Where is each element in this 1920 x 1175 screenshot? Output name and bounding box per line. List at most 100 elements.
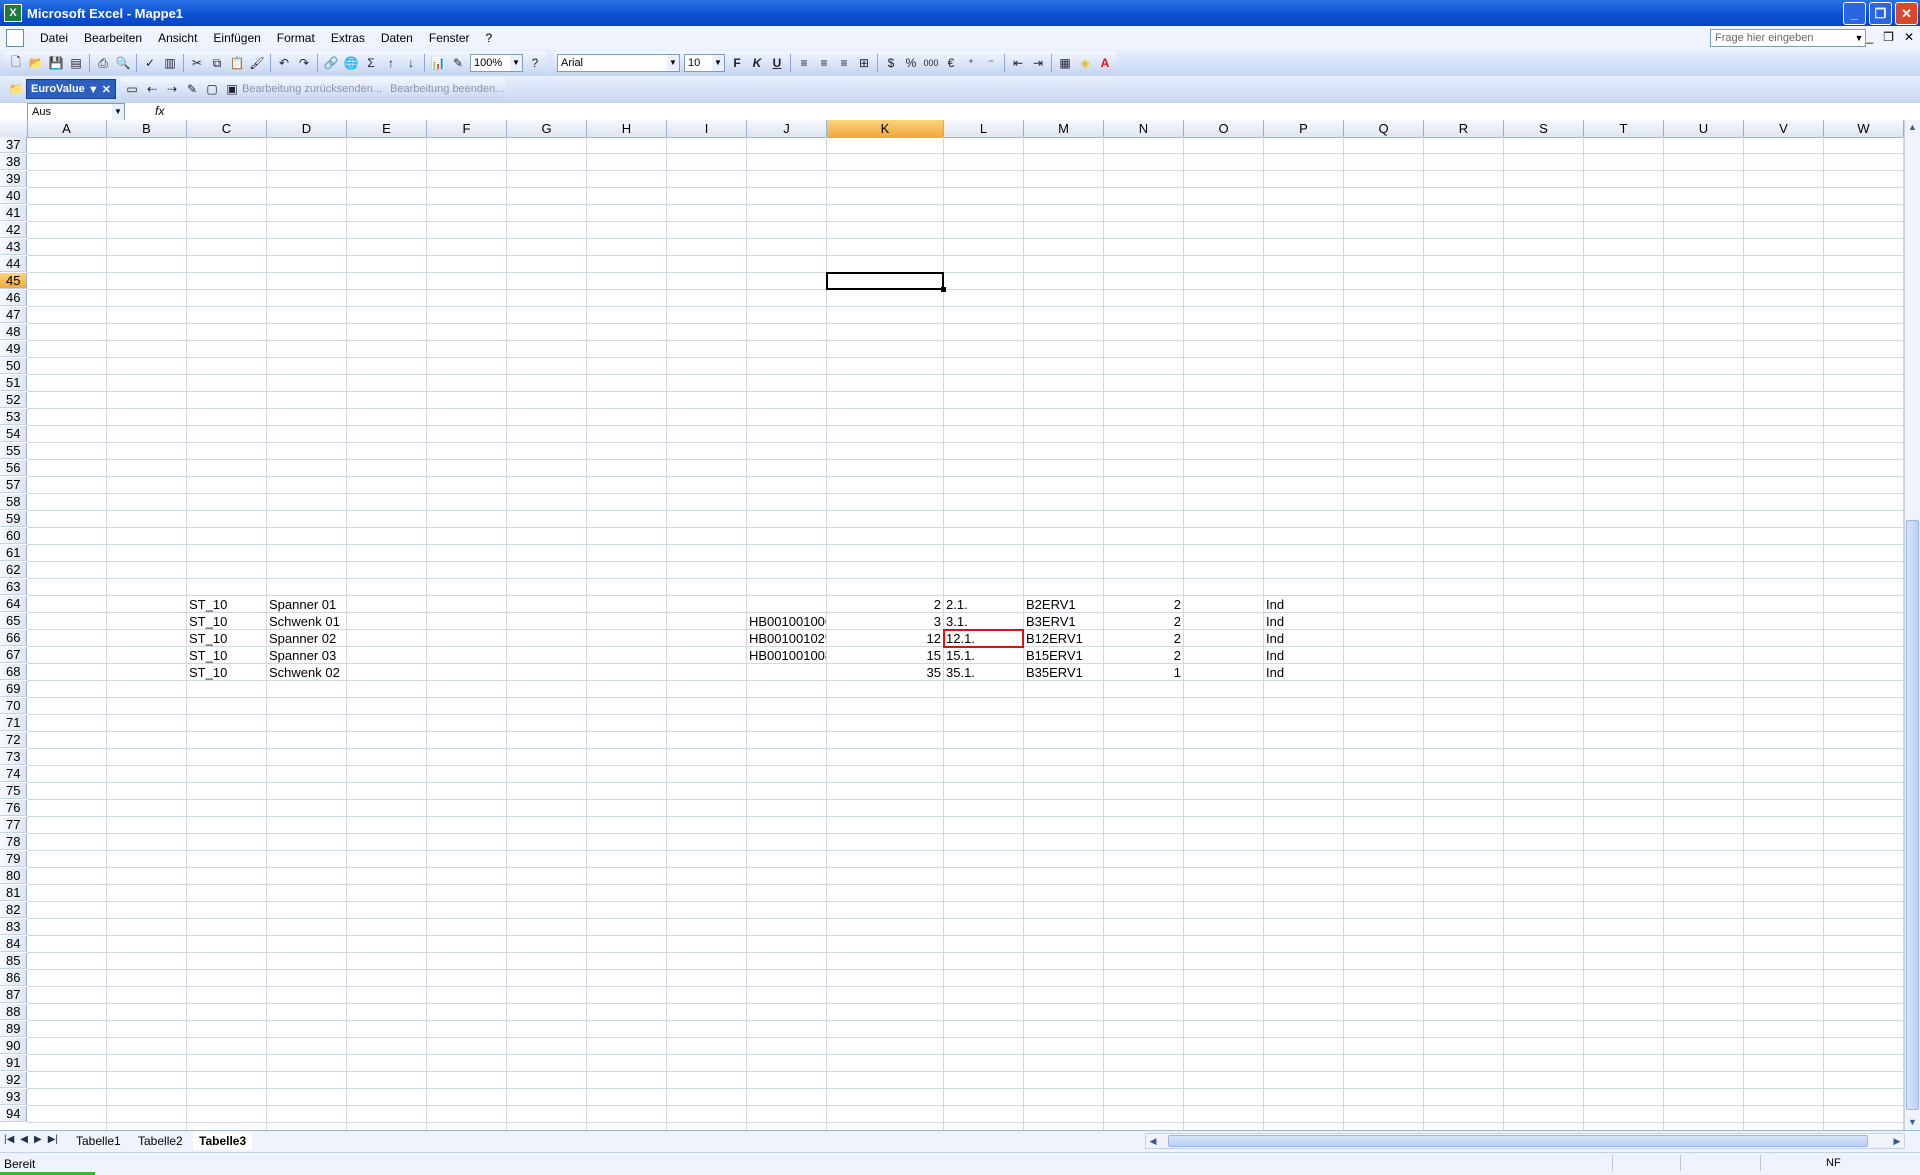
chevron-down-icon[interactable]: ▼ — [1852, 29, 1866, 47]
restore-button[interactable]: ❐ — [1869, 2, 1892, 25]
row-header-55[interactable]: 55 — [0, 443, 27, 459]
doc-close-icon[interactable]: ✕ — [1904, 30, 1914, 44]
chevron-down-icon[interactable]: ▼ — [112, 104, 124, 120]
row-header-53[interactable]: 53 — [0, 409, 27, 425]
horizontal-scrollbar[interactable]: ◀ ▶ — [1145, 1133, 1905, 1149]
cut-icon[interactable]: ✂ — [187, 53, 207, 73]
column-header-l[interactable]: L — [944, 120, 1024, 137]
excel-app-icon[interactable]: X — [4, 4, 22, 22]
percent-button[interactable]: % — [901, 53, 921, 73]
align-right-icon[interactable]: ≡ — [834, 53, 854, 73]
row-header-50[interactable]: 50 — [0, 358, 27, 374]
print-icon[interactable]: ⎙ — [93, 53, 113, 73]
row-header-87[interactable]: 87 — [0, 987, 27, 1003]
copy-icon[interactable]: ⧉ — [207, 53, 227, 73]
cell-m66[interactable]: B12ERV1 — [1024, 631, 1103, 647]
cell-d67[interactable]: Spanner 03 — [267, 648, 346, 664]
cell-p66[interactable]: Ind — [1264, 631, 1343, 647]
track-changes-icon[interactable]: ▣ — [222, 79, 242, 99]
menu-format[interactable]: Format — [269, 31, 323, 45]
autosum-icon[interactable]: Σ — [361, 53, 381, 73]
cell-k66[interactable]: 12 — [827, 631, 943, 647]
cell-n64[interactable]: 2 — [1104, 597, 1183, 613]
column-header-d[interactable]: D — [267, 120, 347, 137]
row-header-58[interactable]: 58 — [0, 494, 27, 510]
row-header-57[interactable]: 57 — [0, 477, 27, 493]
cell-m68[interactable]: B35ERV1 — [1024, 665, 1103, 681]
row-header-59[interactable]: 59 — [0, 511, 27, 527]
next-sheet-icon[interactable]: ▶ — [34, 1134, 42, 1145]
cell-p65[interactable]: Ind — [1264, 614, 1343, 630]
column-header-p[interactable]: P — [1264, 120, 1344, 137]
column-header-e[interactable]: E — [347, 120, 427, 137]
cell-d64[interactable]: Spanner 01 — [267, 597, 346, 613]
row-header-68[interactable]: 68 — [0, 664, 27, 680]
scroll-thumb[interactable] — [1906, 520, 1919, 1110]
column-header-c[interactable]: C — [187, 120, 267, 137]
row-header-81[interactable]: 81 — [0, 885, 27, 901]
cell-l68[interactable]: 35.1. — [944, 665, 1023, 681]
row-header-66[interactable]: 66 — [0, 630, 27, 646]
align-center-icon[interactable]: ≡ — [814, 53, 834, 73]
cell-k67[interactable]: 15 — [827, 648, 943, 664]
folder-icon[interactable]: 📁 — [6, 79, 26, 99]
row-header-37[interactable]: 37 — [0, 137, 27, 153]
row-header-69[interactable]: 69 — [0, 681, 27, 697]
row-header-80[interactable]: 80 — [0, 868, 27, 884]
row-header-64[interactable]: 64 — [0, 596, 27, 612]
cell-p64[interactable]: Ind — [1264, 597, 1343, 613]
thousands-button[interactable]: 000 — [921, 53, 941, 73]
row-header-42[interactable]: 42 — [0, 222, 27, 238]
print-preview-icon[interactable]: 🔍 — [113, 53, 133, 73]
decrease-indent-icon[interactable]: ⇤ — [1008, 53, 1028, 73]
row-header-90[interactable]: 90 — [0, 1038, 27, 1054]
help-icon[interactable]: ? — [525, 53, 545, 73]
prev-sheet-icon[interactable]: ◀ — [20, 1134, 28, 1145]
cell-d66[interactable]: Spanner 02 — [267, 631, 346, 647]
row-header-62[interactable]: 62 — [0, 562, 27, 578]
row-header-70[interactable]: 70 — [0, 698, 27, 714]
row-header-76[interactable]: 76 — [0, 800, 27, 816]
cell-m65[interactable]: B3ERV1 — [1024, 614, 1103, 630]
column-header-i[interactable]: I — [667, 120, 747, 137]
column-header-a[interactable]: A — [27, 120, 107, 137]
chevron-down-icon[interactable]: ▼ — [667, 55, 679, 71]
currency-icon[interactable]: $ — [881, 53, 901, 73]
next-icon[interactable]: ⇢ — [162, 79, 182, 99]
underline-button[interactable]: U — [767, 53, 787, 73]
row-header-82[interactable]: 82 — [0, 902, 27, 918]
hscroll-thumb[interactable] — [1168, 1135, 1868, 1147]
row-header-46[interactable]: 46 — [0, 290, 27, 306]
row-header-40[interactable]: 40 — [0, 188, 27, 204]
name-box[interactable]: Aus ▼ — [27, 103, 125, 121]
cell-n67[interactable]: 2 — [1104, 648, 1183, 664]
row-header-56[interactable]: 56 — [0, 460, 27, 476]
hyperlink-icon[interactable]: 🔗 — [321, 53, 341, 73]
cell-j66[interactable]: HB001001029 — [747, 631, 826, 647]
fill-handle[interactable] — [941, 287, 946, 292]
row-header-45[interactable]: 45 — [0, 273, 27, 289]
cell-c68[interactable]: ST_10 — [187, 665, 266, 681]
cell-p67[interactable]: Ind — [1264, 648, 1343, 664]
row-header-65[interactable]: 65 — [0, 613, 27, 629]
undo-icon[interactable]: ↶ — [274, 53, 294, 73]
cell-d65[interactable]: Schwenk 01 — [267, 614, 346, 630]
cell-k64[interactable]: 2 — [827, 597, 943, 613]
cell-l65[interactable]: 3.1. — [944, 614, 1023, 630]
bold-button[interactable]: F — [727, 53, 747, 73]
column-header-m[interactable]: M — [1024, 120, 1104, 137]
menu-ansicht[interactable]: Ansicht — [150, 31, 205, 45]
row-header-79[interactable]: 79 — [0, 851, 27, 867]
document-icon[interactable] — [6, 29, 24, 47]
cell-n66[interactable]: 2 — [1104, 631, 1183, 647]
cell-c66[interactable]: ST_10 — [187, 631, 266, 647]
menu-extras[interactable]: Extras — [323, 31, 373, 45]
first-sheet-icon[interactable]: |◀ — [4, 1134, 14, 1145]
cell-p68[interactable]: Ind — [1264, 665, 1343, 681]
redo-icon[interactable]: ↷ — [294, 53, 314, 73]
euro-button[interactable]: € — [941, 53, 961, 73]
doc-minimize-icon[interactable]: _ — [1866, 30, 1873, 44]
fill-color-icon[interactable]: ◈ — [1075, 53, 1095, 73]
last-sheet-icon[interactable]: ▶| — [48, 1134, 58, 1145]
cell-m67[interactable]: B15ERV1 — [1024, 648, 1103, 664]
